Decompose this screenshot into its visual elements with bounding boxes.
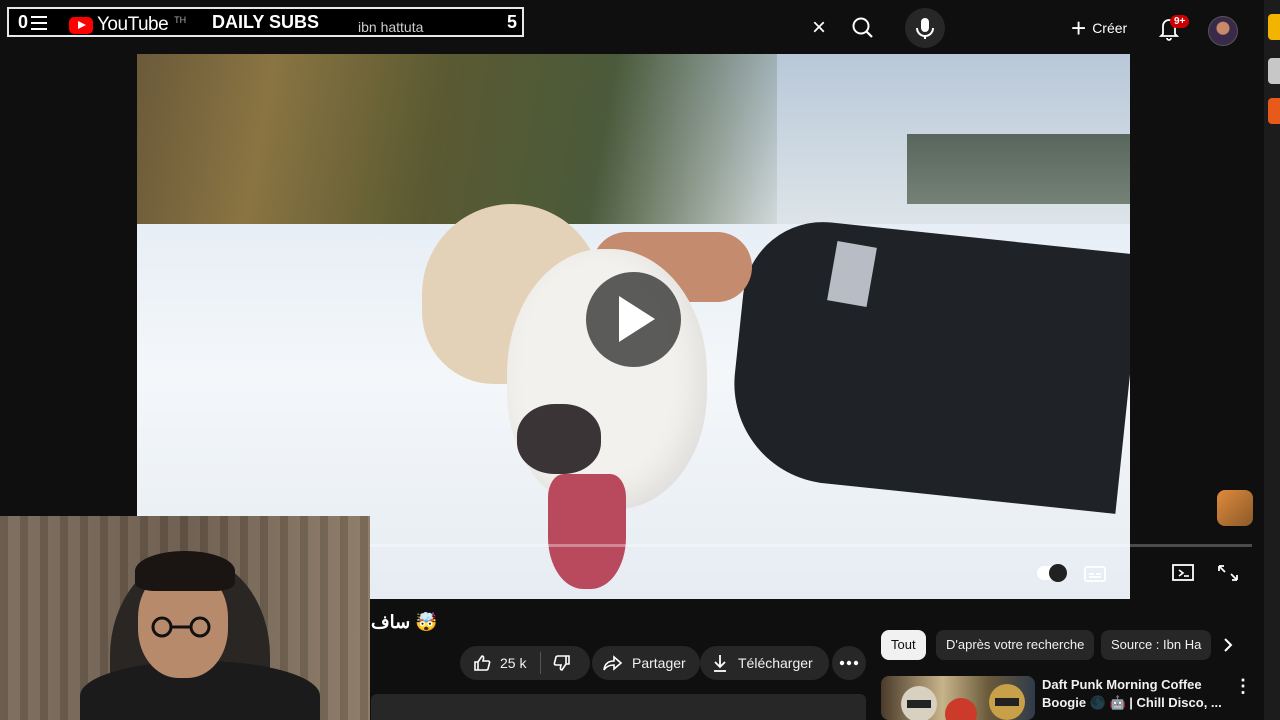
subtitles-button[interactable] — [1082, 562, 1108, 586]
thumbnail-art — [901, 684, 1025, 720]
microphone-icon — [916, 18, 934, 39]
overlay-count-right: 5 — [507, 12, 518, 32]
stream-overlay-bar: 0 YouTube TH DAILY SUBS ibn hattuta 5 — [7, 7, 524, 37]
dislike-button[interactable] — [541, 646, 583, 680]
video-progress-bar-extension — [1130, 544, 1252, 547]
extension-icon[interactable] — [1268, 98, 1280, 124]
browser-extension-strip — [1264, 0, 1280, 720]
create-label: Créer — [1092, 20, 1128, 36]
overlay-title: DAILY SUBS — [212, 12, 320, 32]
youtube-play-logo-icon — [69, 16, 93, 34]
video-title: ساف 🤯 — [371, 612, 438, 632]
video-frame-far-trees — [907, 134, 1130, 204]
more-horizontal-icon — [839, 660, 859, 666]
chip-source[interactable]: Source : Ibn Ha — [1101, 630, 1211, 660]
chevron-right-icon — [1224, 638, 1233, 652]
fullscreen-icon — [1218, 565, 1238, 581]
video-frame-dog-tongue — [548, 474, 626, 589]
recommendation-thumbnail[interactable] — [881, 676, 1035, 720]
extension-icon[interactable] — [1268, 14, 1280, 40]
description-box[interactable] — [371, 694, 866, 720]
overlay-count-left: 0 — [18, 12, 29, 32]
miniplayer-button[interactable] — [1170, 562, 1196, 584]
fullscreen-button[interactable] — [1215, 562, 1241, 584]
search-input[interactable]: ibn hattuta — [358, 19, 423, 35]
chips-next-button[interactable] — [1216, 633, 1240, 657]
miniplayer-icon — [1172, 564, 1194, 581]
country-code: TH — [174, 15, 187, 25]
thumbs-down-icon — [554, 655, 571, 671]
youtube-logo-text: YouTube — [97, 14, 169, 35]
extension-icon[interactable] — [1268, 58, 1280, 84]
play-button[interactable] — [586, 272, 681, 367]
like-button[interactable]: 25 k — [460, 646, 540, 680]
plus-icon: + — [1071, 13, 1087, 43]
hamburger-menu-icon[interactable] — [31, 16, 47, 30]
streamer-webcam-overlay — [0, 516, 370, 720]
youtube-logo[interactable]: YouTube TH — [69, 14, 186, 36]
video-frame-dog-nose — [517, 404, 601, 474]
download-icon — [714, 655, 726, 672]
autoplay-toggle[interactable] — [1037, 564, 1067, 582]
download-label: Télécharger — [738, 655, 813, 671]
like-dislike-group: 25 k — [460, 646, 590, 680]
webcam-glasses — [151, 616, 211, 638]
voice-search-button[interactable] — [905, 8, 945, 48]
channel-watermark-logo[interactable] — [1217, 490, 1253, 526]
more-actions-button[interactable] — [832, 646, 866, 680]
chip-related-search[interactable]: D'après votre recherche — [936, 630, 1095, 660]
video-frame-arm — [724, 214, 1130, 514]
search-button[interactable] — [842, 8, 884, 48]
like-count: 25 k — [500, 655, 527, 671]
chip-all[interactable]: Tout — [881, 630, 926, 660]
recommendation-title[interactable]: Daft Punk Morning Coffee Boogie 🌑 🤖 | Ch… — [1042, 676, 1222, 712]
share-label: Partager — [632, 655, 686, 671]
avatar[interactable] — [1208, 16, 1238, 46]
thumbs-up-icon — [474, 655, 491, 671]
search-icon — [852, 17, 873, 38]
notification-count-badge: 9+ — [1170, 15, 1190, 28]
recommendation-menu-icon[interactable]: ⋮ — [1234, 677, 1252, 697]
webcam-hair — [135, 551, 235, 591]
create-button[interactable]: + Créer — [1063, 10, 1135, 46]
share-icon — [603, 655, 623, 671]
share-button[interactable]: Partager — [592, 646, 700, 680]
clear-search-icon[interactable]: × — [808, 16, 830, 40]
subtitles-icon — [1084, 566, 1106, 582]
download-button[interactable]: Télécharger — [700, 646, 829, 680]
